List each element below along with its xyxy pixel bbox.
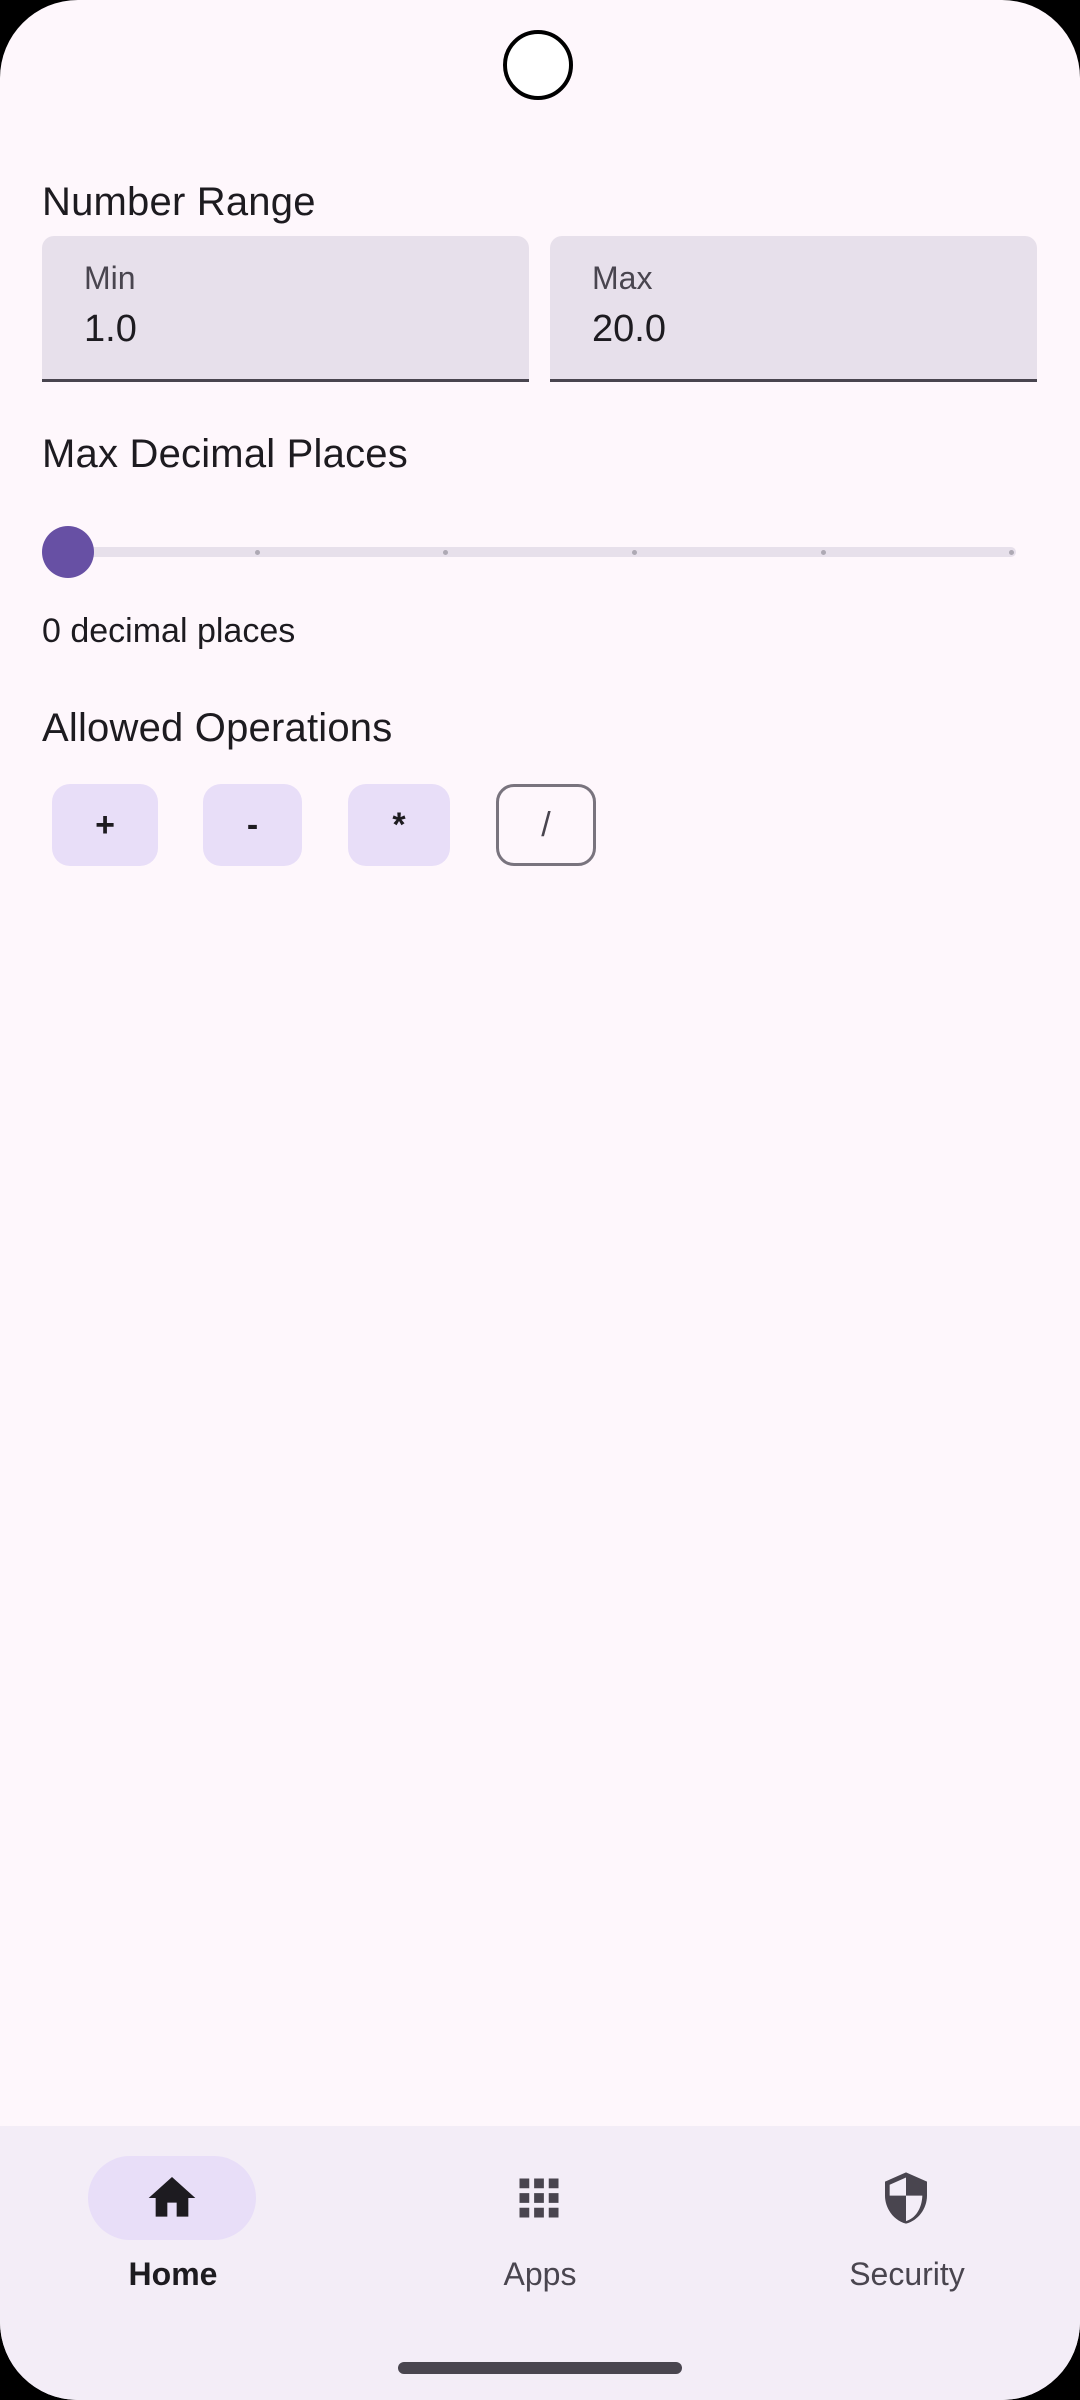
slider-thumb[interactable] [42, 526, 94, 578]
apps-grid-icon [519, 2178, 559, 2218]
front-camera [503, 30, 573, 100]
app-screen: Number Range Min Max Max Decimal Places … [0, 0, 1080, 2400]
max-input[interactable] [592, 308, 992, 351]
nav-home-label: Home [128, 2256, 218, 2292]
min-input[interactable] [84, 308, 484, 351]
slider-tick [443, 550, 448, 555]
home-icon [148, 2177, 196, 2217]
decimal-places-value: 0 decimal places [42, 612, 296, 650]
min-field[interactable]: Min [42, 236, 529, 382]
operation-chip-plus[interactable]: + [52, 784, 158, 866]
max-field[interactable]: Max [550, 236, 1037, 382]
nav-item-security[interactable]: Security [777, 2156, 1037, 2336]
allowed-operations-title: Allowed Operations [42, 706, 393, 750]
slider-tick [1009, 550, 1014, 555]
nav-item-home[interactable]: Home [43, 2156, 303, 2336]
nav-home-indicator [88, 2156, 256, 2240]
max-field-label: Max [592, 260, 653, 296]
slider-tick [255, 550, 260, 555]
number-range-title: Number Range [42, 180, 316, 224]
nav-apps-label: Apps [503, 2256, 577, 2292]
nav-apps-indicator [455, 2156, 623, 2240]
shield-icon [885, 2172, 927, 2224]
nav-item-apps[interactable]: Apps [410, 2156, 670, 2336]
slider-tick [821, 550, 826, 555]
slider-track[interactable] [62, 547, 1016, 557]
gesture-home-indicator[interactable] [398, 2362, 682, 2374]
bottom-navigation-bar: Home Apps Security [0, 2126, 1080, 2400]
operation-chip-divide[interactable]: / [496, 784, 596, 866]
decimal-places-title: Max Decimal Places [42, 432, 408, 476]
slider-tick [632, 550, 637, 555]
nav-security-label: Security [849, 2256, 965, 2292]
decimal-places-slider[interactable] [42, 522, 1016, 582]
min-field-label: Min [84, 260, 136, 296]
operation-chip-multiply[interactable]: * [348, 784, 450, 866]
nav-security-indicator [822, 2156, 990, 2240]
operation-chip-minus[interactable]: - [203, 784, 302, 866]
